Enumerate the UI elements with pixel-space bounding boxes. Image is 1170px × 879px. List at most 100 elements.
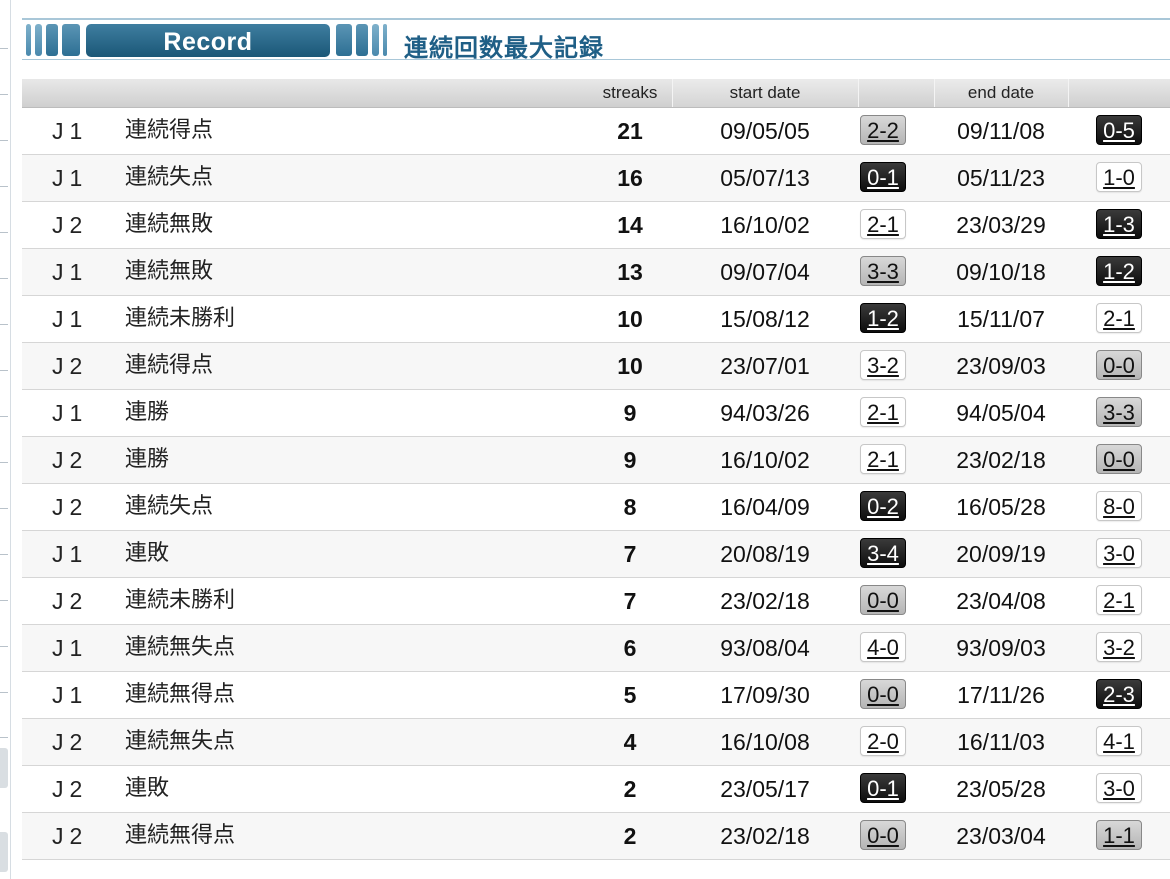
edge-tick bbox=[0, 48, 8, 49]
edge-tick bbox=[0, 692, 8, 693]
start-match-score-link[interactable]: 2-2 bbox=[860, 115, 906, 145]
start-match-score-link[interactable]: 0-0 bbox=[860, 820, 906, 850]
end-date-cell: 09/11/08 bbox=[957, 118, 1045, 144]
table-row: J1 連続未勝利 10 15/08/12 1-2 15/11/07 2-1 bbox=[22, 296, 1170, 343]
start-match-score-link[interactable]: 0-2 bbox=[860, 491, 906, 521]
start-match-score-link[interactable]: 3-4 bbox=[860, 538, 906, 568]
record-type-cell: 連勝 bbox=[125, 447, 170, 472]
start-match-score-link[interactable]: 1-2 bbox=[860, 303, 906, 333]
end-match-score-link[interactable]: 0-0 bbox=[1096, 444, 1142, 474]
start-date-cell: 15/08/12 bbox=[720, 306, 810, 332]
start-date-cell: 09/07/04 bbox=[720, 259, 810, 285]
record-type-cell: 連続無敗 bbox=[125, 212, 214, 237]
record-type-cell: 連続無失点 bbox=[125, 635, 236, 660]
table-row: J2 連続無敗 14 16/10/02 2-1 23/03/29 1-3 bbox=[22, 202, 1170, 249]
start-match-score-link[interactable]: 0-1 bbox=[860, 773, 906, 803]
record-type-cell: 連敗 bbox=[125, 776, 170, 801]
edge-tick bbox=[0, 186, 8, 187]
start-date-cell: 16/10/08 bbox=[720, 729, 810, 755]
start-match-score-link[interactable]: 4-0 bbox=[860, 632, 906, 662]
league-cell: J1 bbox=[52, 259, 89, 285]
record-type-cell: 連続未勝利 bbox=[125, 588, 236, 613]
end-date-cell: 16/05/28 bbox=[956, 494, 1046, 520]
start-match-score-link[interactable]: 2-1 bbox=[860, 444, 906, 474]
table-row: J2 連続得点 10 23/07/01 3-2 23/09/03 0-0 bbox=[22, 343, 1170, 390]
record-type-cell: 連続無失点 bbox=[125, 729, 236, 754]
edge-tick bbox=[0, 554, 8, 555]
league-cell: J1 bbox=[52, 682, 89, 708]
start-match-score-link[interactable]: 2-1 bbox=[860, 397, 906, 427]
table-row: J1 連続得点 21 09/05/05 2-2 09/11/08 0-5 bbox=[22, 108, 1170, 155]
league-cell: J1 bbox=[52, 118, 89, 144]
table-row: J2 連続無失点 4 16/10/08 2-0 16/11/03 4-1 bbox=[22, 719, 1170, 766]
end-date-cell: 16/11/03 bbox=[957, 729, 1045, 755]
record-type-cell: 連続得点 bbox=[125, 353, 214, 378]
start-match-score-link[interactable]: 3-3 bbox=[860, 256, 906, 286]
table-row: J1 連敗 7 20/08/19 3-4 20/09/19 3-0 bbox=[22, 531, 1170, 578]
edge-button[interactable] bbox=[0, 832, 8, 872]
end-match-score-link[interactable]: 2-1 bbox=[1096, 585, 1142, 615]
start-match-score-link[interactable]: 0-0 bbox=[860, 679, 906, 709]
end-match-score-link[interactable]: 3-3 bbox=[1096, 397, 1142, 427]
start-date-cell: 23/02/18 bbox=[720, 588, 810, 614]
end-match-score-link[interactable]: 2-1 bbox=[1096, 303, 1142, 333]
streak-count-cell: 6 bbox=[623, 635, 637, 661]
edge-tick bbox=[0, 416, 8, 417]
table-header: streaks start date end date bbox=[22, 79, 1170, 108]
table-row: J2 連続未勝利 7 23/02/18 0-0 23/04/08 2-1 bbox=[22, 578, 1170, 625]
table-body: J1 連続得点 21 09/05/05 2-2 09/11/08 0-5 J1 連続失点 16 05… bbox=[22, 108, 1170, 860]
streak-count-cell: 7 bbox=[623, 541, 637, 567]
record-type-cell: 連続無得点 bbox=[125, 823, 236, 848]
end-match-score-link[interactable]: 0-0 bbox=[1096, 350, 1142, 380]
edge-button[interactable] bbox=[0, 748, 8, 788]
end-match-score-link[interactable]: 8-0 bbox=[1096, 491, 1142, 521]
end-match-score-link[interactable]: 1-3 bbox=[1096, 209, 1142, 239]
page-edge-strip bbox=[0, 0, 14, 879]
edge-tick bbox=[0, 508, 8, 509]
edge-tick bbox=[0, 324, 8, 325]
league-cell: J2 bbox=[52, 823, 89, 849]
record-tab[interactable]: Record bbox=[86, 24, 330, 57]
end-match-score-link[interactable]: 3-0 bbox=[1096, 538, 1142, 568]
start-date-cell: 94/03/26 bbox=[720, 400, 810, 426]
league-cell: J2 bbox=[52, 494, 89, 520]
record-type-cell: 連続未勝利 bbox=[125, 306, 236, 331]
record-type-cell: 連続失点 bbox=[125, 494, 214, 519]
start-date-cell: 16/10/02 bbox=[720, 447, 810, 473]
table-row: J1 連勝 9 94/03/26 2-1 94/05/04 3-3 bbox=[22, 390, 1170, 437]
end-match-score-link[interactable]: 3-0 bbox=[1096, 773, 1142, 803]
edge-tick bbox=[0, 370, 8, 371]
end-match-score-link[interactable]: 1-2 bbox=[1096, 256, 1142, 286]
end-date-cell: 09/10/18 bbox=[956, 259, 1046, 285]
edge-tick bbox=[0, 94, 8, 95]
end-date-cell: 94/05/04 bbox=[956, 400, 1046, 426]
start-match-score-link[interactable]: 3-2 bbox=[860, 350, 906, 380]
end-date-cell: 23/02/18 bbox=[956, 447, 1046, 473]
record-type-cell: 連敗 bbox=[125, 541, 170, 566]
section-header: Record 連続回数最大記録 bbox=[22, 18, 1170, 63]
end-match-score-link[interactable]: 1-0 bbox=[1096, 162, 1142, 192]
edge-tick bbox=[0, 737, 8, 738]
streak-count-cell: 13 bbox=[617, 259, 643, 285]
end-match-score-link[interactable]: 0-5 bbox=[1096, 115, 1142, 145]
col-separator bbox=[672, 79, 673, 107]
end-match-score-link[interactable]: 4-1 bbox=[1096, 726, 1142, 756]
end-date-cell: 23/09/03 bbox=[956, 353, 1046, 379]
streak-count-cell: 4 bbox=[623, 729, 637, 755]
record-type-cell: 連続無得点 bbox=[125, 682, 236, 707]
header-deco-bar bbox=[372, 24, 379, 56]
col-separator bbox=[858, 79, 859, 107]
header-deco-bar bbox=[383, 24, 387, 56]
end-match-score-link[interactable]: 1-1 bbox=[1096, 820, 1142, 850]
end-match-score-link[interactable]: 2-3 bbox=[1096, 679, 1142, 709]
league-cell: J1 bbox=[52, 165, 89, 191]
start-match-score-link[interactable]: 0-1 bbox=[860, 162, 906, 192]
end-match-score-link[interactable]: 3-2 bbox=[1096, 632, 1142, 662]
start-match-score-link[interactable]: 2-1 bbox=[860, 209, 906, 239]
header-deco-bar bbox=[62, 24, 80, 56]
start-match-score-link[interactable]: 0-0 bbox=[860, 585, 906, 615]
start-match-score-link[interactable]: 2-0 bbox=[860, 726, 906, 756]
start-date-cell: 20/08/19 bbox=[720, 541, 810, 567]
table-row: J1 連続無敗 13 09/07/04 3-3 09/10/18 1-2 bbox=[22, 249, 1170, 296]
header-top-rule bbox=[22, 18, 1170, 20]
